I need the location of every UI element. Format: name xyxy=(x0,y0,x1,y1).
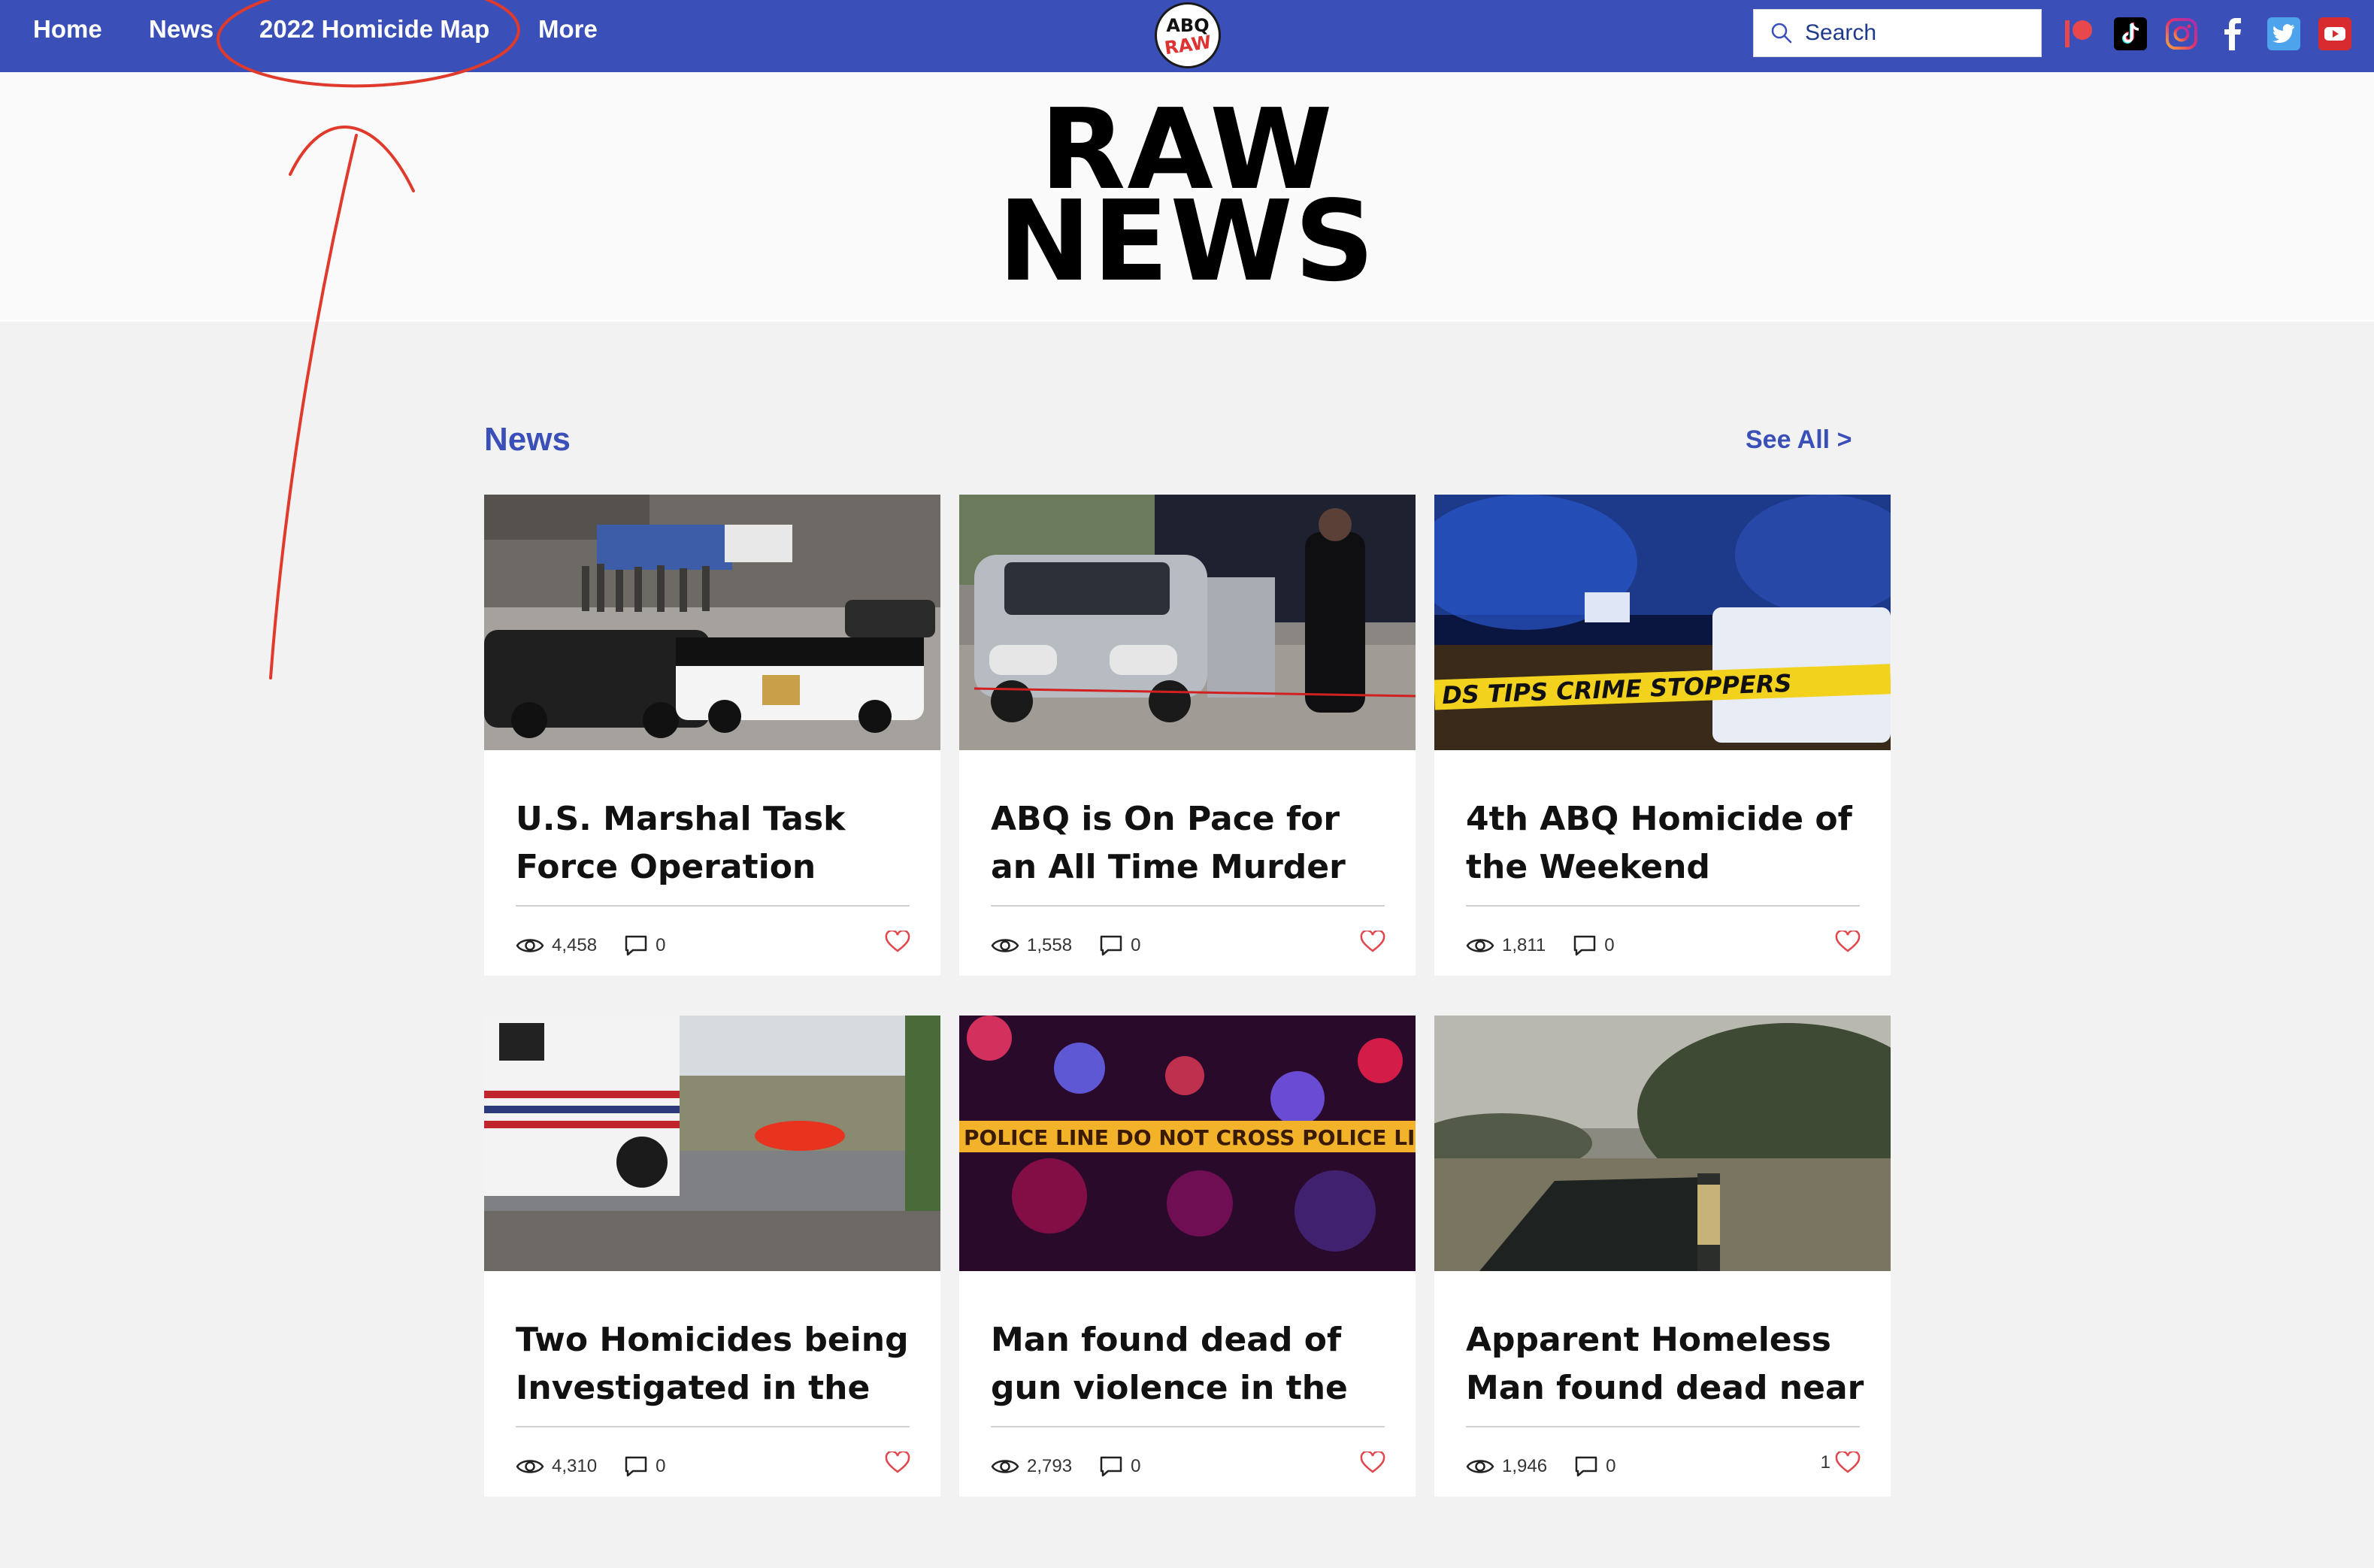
post-title[interactable]: 4th ABQ Homicide of the Weekend xyxy=(1466,795,1864,891)
views-count: 4,458 xyxy=(552,935,598,955)
post-stats: 1,558 0 xyxy=(991,931,1167,961)
card-divider xyxy=(1466,905,1860,907)
like-button[interactable]: 1 xyxy=(1821,1451,1861,1474)
post-thumbnail[interactable] xyxy=(484,495,940,750)
post-title[interactable]: ABQ is On Pace for an All Time Murder Ra… xyxy=(991,795,1389,891)
heart-icon xyxy=(885,931,910,952)
instagram-icon[interactable] xyxy=(2165,17,2198,50)
site-logo[interactable]: ABQ RAW xyxy=(1155,2,1221,68)
card-divider xyxy=(991,905,1385,907)
post-stats: 1,811 0 xyxy=(1466,931,1642,961)
post-thumbnail[interactable] xyxy=(1434,1016,1891,1271)
like-button[interactable] xyxy=(880,931,910,953)
comments-count: 0 xyxy=(656,935,666,955)
heart-icon xyxy=(885,1451,910,1473)
facebook-icon[interactable] xyxy=(2216,17,2249,50)
like-button[interactable] xyxy=(1355,931,1385,953)
post-title[interactable]: Man found dead of gun violence in the xyxy=(991,1316,1389,1412)
heart-icon xyxy=(1835,931,1861,952)
twitter-icon[interactable] xyxy=(2267,17,2300,50)
comment-icon xyxy=(625,1456,647,1477)
views-icon xyxy=(516,1460,544,1473)
card-divider xyxy=(516,1426,910,1427)
views-count: 4,310 xyxy=(552,1456,598,1476)
heart-icon xyxy=(1835,1451,1861,1473)
post-card[interactable]: Apparent Homeless Man found dead near 1,… xyxy=(1434,1016,1891,1497)
svg-text:POLICE LINE DO NOT CROSS POLI: POLICE LINE DO NOT CROSS POLICE LINE DO … xyxy=(964,1125,1416,1150)
comment-icon xyxy=(1100,1456,1122,1477)
card-divider xyxy=(1466,1426,1860,1427)
post-card[interactable]: U.S. Marshal Task Force Operation 4,458 … xyxy=(484,495,940,976)
views-icon xyxy=(1466,939,1494,952)
search-icon xyxy=(1771,23,1792,44)
post-title[interactable]: U.S. Marshal Task Force Operation xyxy=(516,795,914,891)
brand-title-line-2: NEWS xyxy=(998,177,1376,306)
post-card[interactable]: DS TIPS CRIME STOPPERS 4th ABQ Homicide … xyxy=(1434,495,1891,976)
views-icon xyxy=(1466,1460,1494,1473)
comment-icon xyxy=(1575,1456,1597,1477)
views-icon xyxy=(516,939,544,952)
top-nav-bar: Home News 2022 Homicide Map More ABQ RAW xyxy=(0,0,2374,72)
nav-news[interactable]: News xyxy=(149,15,213,44)
views-count: 2,793 xyxy=(1027,1456,1073,1476)
views-count: 1,558 xyxy=(1027,935,1073,955)
see-all-link[interactable]: See All > xyxy=(1746,425,1852,455)
post-card[interactable]: Two Homicides being Investigated in the … xyxy=(484,1016,940,1497)
comment-icon xyxy=(1100,935,1122,956)
post-card[interactable]: POLICE LINE DO NOT CROSS POLICE LINE DO … xyxy=(959,1016,1416,1497)
comment-icon xyxy=(625,935,647,956)
views-count: 1,946 xyxy=(1502,1456,1548,1476)
post-stats: 4,458 0 xyxy=(516,931,692,961)
like-button[interactable] xyxy=(880,1451,910,1474)
comments-count: 0 xyxy=(1131,935,1141,955)
patreon-icon[interactable] xyxy=(2063,17,2096,50)
comments-count: 0 xyxy=(1604,935,1615,955)
card-divider xyxy=(991,1426,1385,1427)
heart-icon xyxy=(1360,1451,1385,1473)
post-stats: 2,793 0 xyxy=(991,1451,1167,1482)
views-count: 1,811 xyxy=(1502,935,1546,955)
like-button[interactable] xyxy=(1830,931,1861,953)
post-thumbnail[interactable]: DS TIPS CRIME STOPPERS xyxy=(1434,495,1891,750)
heart-icon xyxy=(1360,931,1385,952)
youtube-icon[interactable] xyxy=(2318,17,2351,50)
post-title[interactable]: Apparent Homeless Man found dead near xyxy=(1466,1316,1864,1412)
comments-count: 0 xyxy=(656,1456,666,1476)
post-title[interactable]: Two Homicides being Investigated in the … xyxy=(516,1316,914,1412)
brand-title: RAW NEWS xyxy=(950,94,1424,306)
post-card[interactable]: ABQ is On Pace for an All Time Murder Ra… xyxy=(959,495,1416,976)
search-input[interactable] xyxy=(1805,20,2030,46)
nav-home[interactable]: Home xyxy=(33,15,102,44)
post-stats: 4,310 0 xyxy=(516,1451,692,1482)
post-thumbnail[interactable] xyxy=(484,1016,940,1271)
comments-count: 0 xyxy=(1131,1456,1141,1476)
post-stats: 1,946 0 xyxy=(1466,1451,1643,1482)
views-icon xyxy=(991,1460,1019,1473)
section-title: News xyxy=(484,421,571,458)
post-thumbnail[interactable]: POLICE LINE DO NOT CROSS POLICE LINE DO … xyxy=(959,1016,1416,1271)
nav-more[interactable]: More xyxy=(538,15,598,44)
nav-homicide-map[interactable]: 2022 Homicide Map xyxy=(259,15,489,44)
views-icon xyxy=(991,939,1019,952)
tiktok-icon[interactable] xyxy=(2114,17,2147,50)
comments-count: 0 xyxy=(1606,1456,1616,1476)
post-thumbnail[interactable] xyxy=(959,495,1416,750)
search-box[interactable] xyxy=(1753,9,2042,57)
likes-count: 1 xyxy=(1820,1452,1830,1473)
card-divider xyxy=(516,905,910,907)
comment-icon xyxy=(1574,935,1596,956)
like-button[interactable] xyxy=(1355,1451,1385,1474)
